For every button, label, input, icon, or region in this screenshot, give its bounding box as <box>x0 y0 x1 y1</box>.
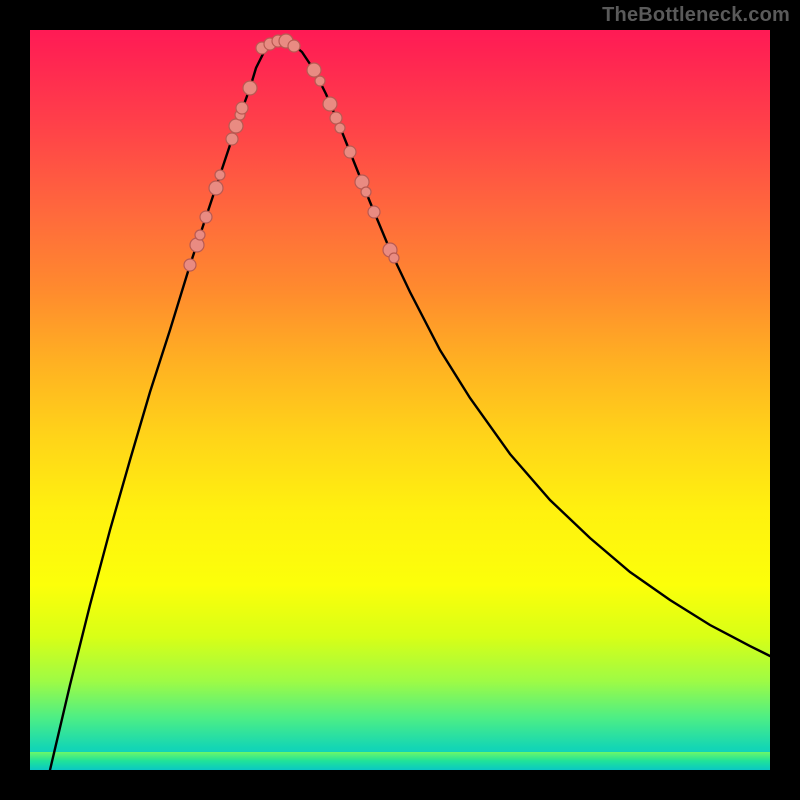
highlight-dot <box>389 253 399 263</box>
highlight-dot <box>361 187 371 197</box>
watermark-text: TheBottleneck.com <box>602 4 790 27</box>
highlight-dot <box>226 133 238 145</box>
highlight-dot <box>335 123 345 133</box>
highlight-dot <box>215 170 225 180</box>
plot-area <box>30 30 770 770</box>
highlight-dot <box>200 211 212 223</box>
highlight-dot <box>344 146 356 158</box>
highlight-dot <box>236 102 248 114</box>
highlight-dots-group <box>184 34 399 271</box>
highlight-dot <box>229 119 243 133</box>
highlight-dot <box>243 81 257 95</box>
highlight-dot <box>368 206 380 218</box>
highlight-dot <box>315 76 325 86</box>
highlight-dot <box>209 181 223 195</box>
highlight-dot <box>288 40 300 52</box>
highlight-dot <box>323 97 337 111</box>
highlight-dot <box>195 230 205 240</box>
bottleneck-curve <box>50 40 770 770</box>
highlight-dot <box>184 259 196 271</box>
chart-svg <box>30 30 770 770</box>
highlight-dot <box>330 112 342 124</box>
chart-frame: TheBottleneck.com <box>0 0 800 800</box>
highlight-dot <box>307 63 321 77</box>
